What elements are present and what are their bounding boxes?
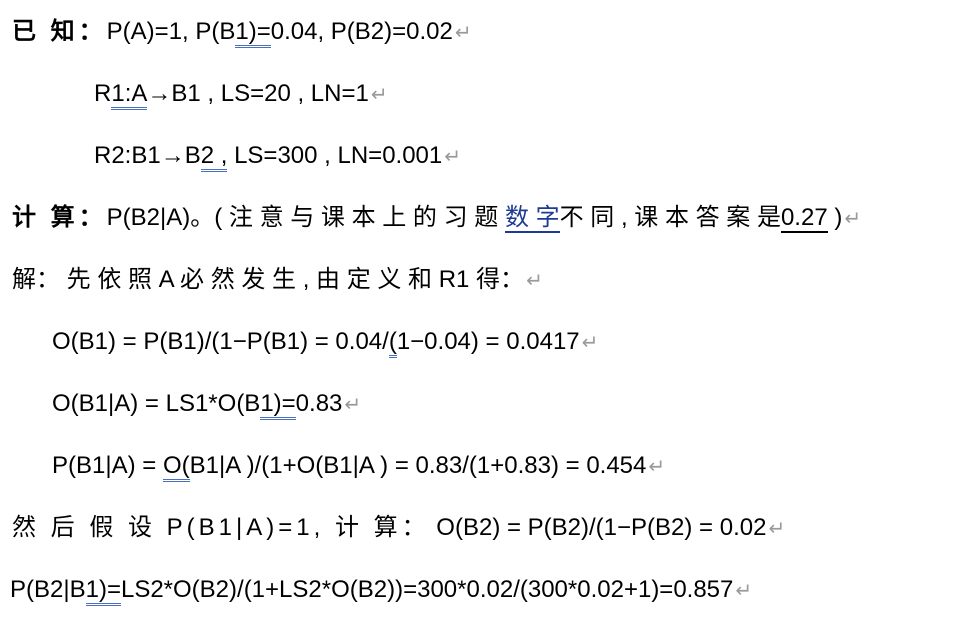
given-underlined: 1)= [235, 18, 271, 48]
paragraph-mark-icon: ↵ [735, 580, 753, 602]
assume-line: 然 后 假 设 P(B1|A)=1, 计 算： O(B2) = P(B2)/(1… [12, 508, 785, 548]
prob-b1a-text-1: P(B1|A) = [52, 452, 163, 479]
rule-r1-text-1: R [94, 80, 112, 107]
rule-r2-text-1: R2:B1→B [94, 142, 201, 169]
paragraph-mark-icon: ↵ [344, 394, 362, 416]
given-text-1: P(A)=1, P(B [106, 18, 236, 45]
odds-b1a-text-2: 0.83 [295, 390, 343, 417]
compute-text-1: P(B2|A)。( 注 意 与 课 本 上 的 习 题 [106, 204, 505, 231]
paragraph-mark-icon: ↵ [370, 84, 388, 106]
odds-b1a-underlined: 1)= [260, 390, 296, 420]
rule-r1-line: R1:A→B1 , LS=20 , LN=1 ↵ [94, 74, 388, 114]
paragraph-mark-icon: ↵ [526, 270, 543, 292]
document-page: 已 知：P(A)=1, P(B1)=0.04, P(B2)=0.02 ↵ R1:A… [0, 0, 962, 618]
solution-intro-text: 解： 先 依 照 A 必 然 发 生 , 由 定 义 和 R1 得： [12, 266, 525, 293]
final-result-line: P(B2|B1)=LS2*O(B2)/(1+LS2*O(B2))=300*0.0… [10, 570, 752, 610]
compute-line: 计 算：P(B2|A)。( 注 意 与 课 本 上 的 习 题 数 字不 同 ,… [12, 198, 861, 238]
prob-b1a-text-2: B1|A )/(1+O(B1|A ) = 0.83/(1+0.83) = 0.4… [189, 452, 647, 479]
odds-b1-underlined: ( [388, 328, 397, 358]
final-underlined: 1)= [85, 576, 121, 606]
compute-label: 计 算： [12, 204, 107, 231]
paragraph-mark-icon: ↵ [454, 22, 472, 44]
prob-b1a-underlined: O( [162, 452, 190, 482]
final-text-1: P(B2|B [10, 576, 86, 603]
odds-b1-given-a-line: O(B1|A) = LS1*O(B1)=0.83 ↵ [52, 384, 361, 424]
final-text-2: LS2*O(B2)/(1+LS2*O(B2))=300*0.02/(300*0.… [120, 576, 734, 603]
odds-b1a-text-1: O(B1|A) = LS1*O(B [52, 390, 261, 417]
odds-b1-line: O(B1) = P(B1)/(1−P(B1) = 0.04/(1−0.04) =… [52, 322, 598, 362]
rule-r2-line: R2:B1→B2 , LS=300 , LN=0.001 ↵ [94, 136, 461, 176]
given-label: 已 知： [12, 18, 107, 45]
paragraph-mark-icon: ↵ [768, 518, 786, 540]
compute-text-3: ) [827, 204, 843, 231]
paragraph-mark-icon: ↵ [648, 456, 666, 478]
rule-r1-underlined: 1:A [111, 80, 148, 110]
given-text-2: 0.04, P(B2)=0.02 [270, 18, 453, 45]
solution-intro-line: 解： 先 依 照 A 必 然 发 生 , 由 定 义 和 R1 得： ↵ [12, 260, 543, 300]
given-line: 已 知：P(A)=1, P(B1)=0.04, P(B2)=0.02 ↵ [12, 12, 472, 52]
compute-text-2: 不 同 , 课 本 答 案 是 [559, 204, 781, 231]
paragraph-mark-icon: ↵ [844, 208, 862, 230]
paragraph-mark-icon: ↵ [444, 146, 462, 168]
assume-text: O(B2) = P(B2)/(1−P(B2) = 0.02 [429, 514, 767, 541]
rule-r2-underlined: 2 , [200, 142, 228, 172]
rule-r2-text-2: LS=300 , LN=0.001 [227, 142, 443, 169]
odds-b1-text-1: O(B1) = P(B1)/(1−P(B1) = 0.04/ [52, 328, 389, 355]
assume-label: 然 后 假 设 P(B1|A)=1, 计 算： [12, 514, 430, 541]
answer-underlined: 0.27 [780, 204, 828, 233]
paragraph-mark-icon: ↵ [581, 332, 599, 354]
prob-b1-given-a-line: P(B1|A) = O(B1|A )/(1+O(B1|A ) = 0.83/(1… [52, 446, 665, 486]
numbers-link[interactable]: 数 字 [504, 204, 560, 233]
rule-r1-text-2: →B1 , LS=20 , LN=1 [147, 80, 369, 107]
odds-b1-text-2: 1−0.04) = 0.0417 [396, 328, 580, 355]
